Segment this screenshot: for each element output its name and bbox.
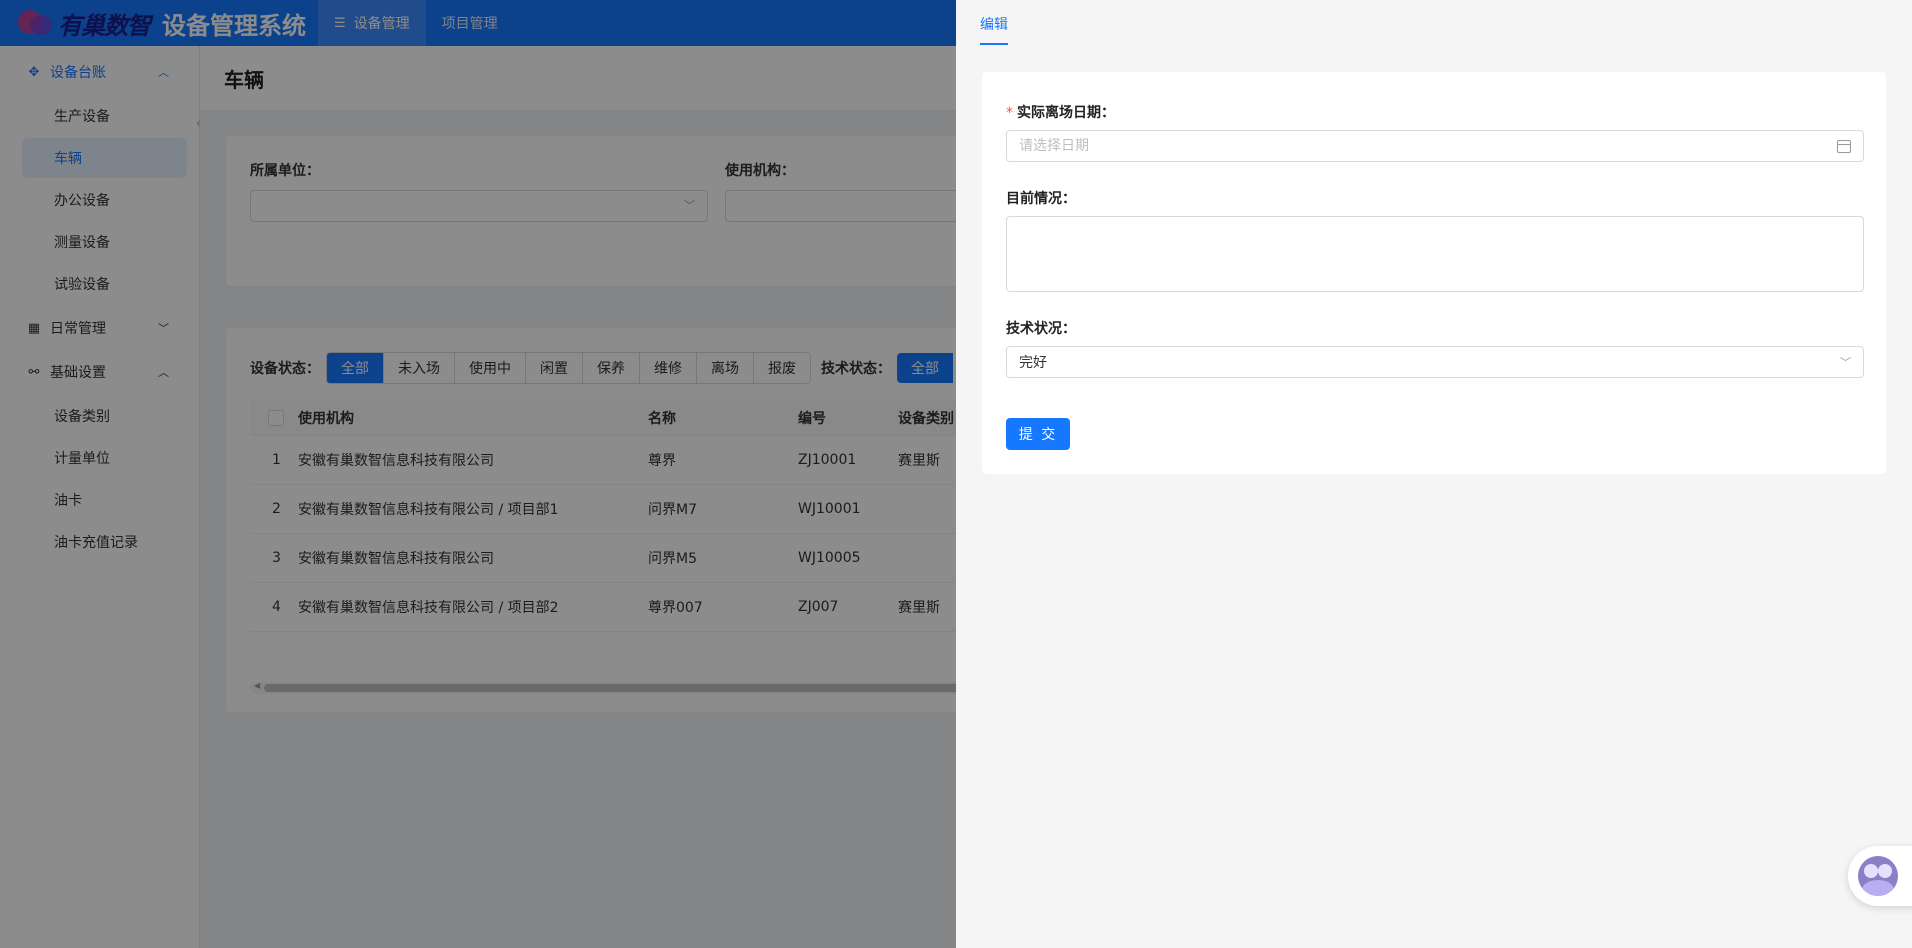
tech-status-label: 技术状况： xyxy=(1006,321,1076,337)
customer-service-bubble[interactable] xyxy=(1848,846,1912,906)
tab-edit[interactable]: 编辑 xyxy=(980,14,1008,34)
tech-status-value: 完好 xyxy=(1019,355,1047,371)
tab-ink-bar xyxy=(980,43,1008,45)
required-mark: * xyxy=(1006,105,1013,121)
exit-date-label: * 实际离场日期： xyxy=(1006,102,1115,122)
drawer-tabs: 编辑 xyxy=(956,0,1912,46)
edit-drawer: 编辑 *实际离场日期： 目前情况： 技术状况： 完好 ﹀ 提 交 xyxy=(956,0,1912,948)
chevron-down-icon: ﹀ xyxy=(1840,356,1851,369)
situation-textarea[interactable] xyxy=(1006,216,1864,292)
exit-date-picker[interactable] xyxy=(1006,130,1864,162)
edit-form: *实际离场日期： 目前情况： 技术状况： 完好 ﹀ 提 交 xyxy=(982,72,1886,474)
customer-service-avatar-icon[interactable] xyxy=(1858,856,1898,896)
exit-date-label-text: 实际离场日期： xyxy=(1017,105,1115,121)
tech-status-select[interactable]: 完好 ﹀ xyxy=(1006,346,1864,378)
calendar-icon[interactable] xyxy=(1837,139,1851,153)
situation-label: 目前情况： xyxy=(1006,191,1076,207)
exit-date-input[interactable] xyxy=(1019,138,1837,154)
submit-button[interactable]: 提 交 xyxy=(1006,418,1070,450)
